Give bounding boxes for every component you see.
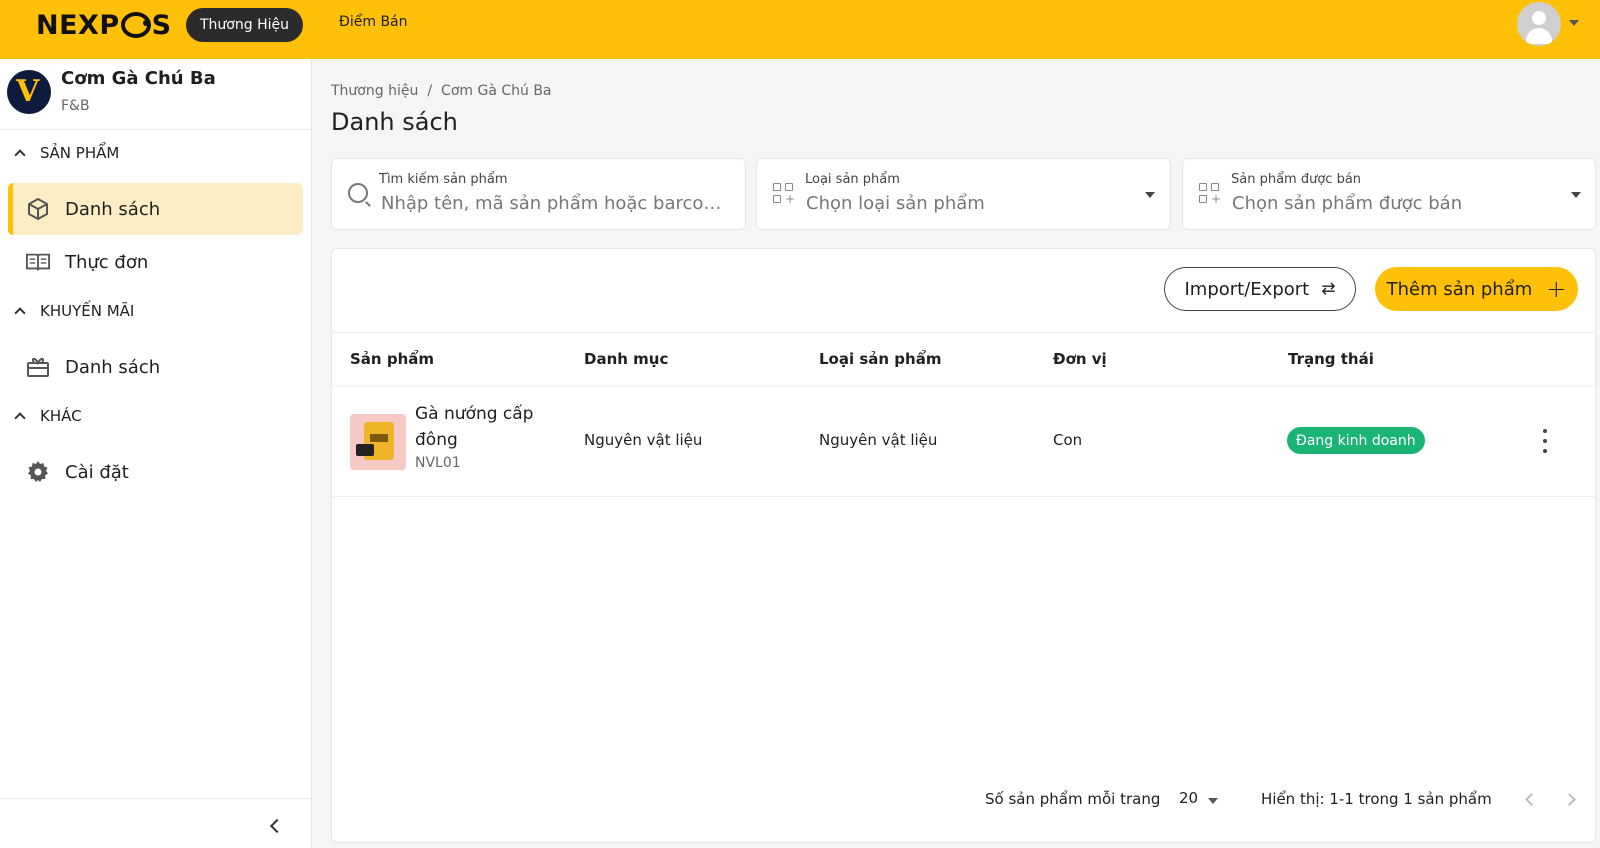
table-row[interactable]: Gà nướng cấp đông NVL01 Nguyên vật liệu … (332, 387, 1595, 497)
sidebar-item-label: Danh sách (65, 356, 161, 378)
search-label: Tìm kiếm sản phẩm (379, 172, 508, 187)
product-type-select[interactable]: Chọn loại sản phẩm (806, 193, 1126, 214)
pagination-summary: Hiển thị: 1-1 trong 1 sản phẩm (1261, 790, 1492, 808)
logo-text-part: NEXP (36, 9, 120, 41)
import-export-button[interactable]: Import/Export ⇄ (1164, 267, 1356, 311)
chevron-up-icon (14, 307, 26, 319)
add-product-button[interactable]: Thêm sản phẩm + (1375, 267, 1578, 311)
sold-product-filter[interactable]: + Sản phẩm được bán Chọn sản phẩm được b… (1182, 158, 1596, 230)
sidebar-item-settings[interactable]: Cài đặt (8, 446, 303, 498)
product-type-label: Loại sản phẩm (805, 172, 900, 187)
sidebar-item-label: Danh sách (65, 198, 161, 220)
collapse-sidebar-icon[interactable] (269, 818, 285, 834)
org-header[interactable]: V Cơm Gà Chú Ba F&B (0, 59, 311, 130)
product-table-card: Import/Export ⇄ Thêm sản phẩm + Sản phẩm… (331, 248, 1596, 843)
status-badge: Đang kinh doanh (1287, 427, 1425, 454)
gift-icon (26, 355, 50, 379)
avatar-head-shape (1532, 11, 1546, 25)
search-filter[interactable]: Tìm kiếm sản phẩm Nhập tên, mã sản phẩm … (331, 158, 746, 230)
chevron-down-icon[interactable] (1569, 20, 1579, 26)
section-products[interactable]: SẢN PHẨM (12, 144, 119, 162)
sidebar-item-label: Thực đơn (65, 251, 149, 273)
column-header[interactable]: Danh mục (584, 350, 668, 368)
section-title: KHUYẾN MÃI (40, 302, 135, 320)
sold-product-label: Sản phẩm được bán (1231, 172, 1362, 187)
breadcrumb-separator: / (427, 83, 433, 99)
breadcrumb: Thương hiệu / Cơm Gà Chú Ba (331, 83, 552, 99)
box-icon (26, 197, 50, 221)
section-title: SẢN PHẨM (40, 144, 120, 162)
nav-store-tab[interactable]: Điểm Bán (339, 14, 408, 30)
chevron-down-icon[interactable] (1208, 798, 1218, 804)
next-page-icon[interactable] (1563, 793, 1576, 806)
logo-o-mark (120, 12, 151, 38)
org-name: Cơm Gà Chú Ba (61, 68, 216, 89)
breadcrumb-item[interactable]: Cơm Gà Chú Ba (441, 83, 551, 99)
sidebar-item-menu[interactable]: Thực đơn (8, 236, 303, 288)
sold-product-select[interactable]: Chọn sản phẩm được bán (1232, 193, 1552, 214)
grid-add-icon: + (1199, 183, 1221, 205)
more-vertical-icon[interactable] (1542, 429, 1548, 453)
chevron-down-icon[interactable] (1145, 192, 1155, 198)
search-icon (348, 183, 368, 203)
product-type-filter[interactable]: + Loại sản phẩm Chọn loại sản phẩm (756, 158, 1171, 230)
section-other[interactable]: KHÁC (12, 407, 82, 425)
product-name[interactable]: Gà nướng cấp đông (415, 401, 555, 453)
search-input[interactable]: Nhập tên, mã sản phẩm hoặc barcode... (381, 193, 731, 214)
sidebar: V Cơm Gà Chú Ba F&B SẢN PHẨM Danh sách T… (0, 59, 312, 848)
per-page-select[interactable]: 20 (1179, 789, 1198, 807)
import-export-label: Import/Export (1184, 278, 1310, 300)
grid-add-icon: + (773, 183, 795, 205)
table-header: Sản phẩm Danh mục Loại sản phẩm Đơn vị T… (332, 332, 1595, 385)
swap-icon: ⇄ (1321, 279, 1336, 299)
product-category: Nguyên vật liệu (584, 431, 703, 449)
nav-brand-tab[interactable]: Thương Hiệu (186, 8, 303, 42)
column-header[interactable]: Loại sản phẩm (819, 350, 941, 368)
gear-icon (26, 460, 50, 484)
sidebar-item-promo-list[interactable]: Danh sách (8, 341, 303, 393)
logo-text-part: S (151, 9, 172, 41)
page-title: Danh sách (331, 108, 458, 136)
per-page-label: Số sản phẩm mỗi trang (985, 790, 1161, 808)
org-type: F&B (61, 98, 90, 114)
avatar-body-shape (1526, 28, 1552, 44)
book-icon (26, 250, 50, 274)
chevron-up-icon (14, 412, 26, 424)
chevron-down-icon[interactable] (1571, 192, 1581, 198)
section-title: KHÁC (40, 407, 82, 425)
product-thumbnail (350, 414, 406, 470)
user-avatar[interactable] (1517, 2, 1561, 46)
nexpos-logo[interactable]: NEXP S (36, 8, 172, 42)
previous-page-icon[interactable] (1525, 793, 1538, 806)
chevron-up-icon (14, 149, 26, 161)
add-product-label: Thêm sản phẩm (1386, 278, 1533, 300)
section-promotions[interactable]: KHUYẾN MÃI (12, 302, 134, 320)
plus-icon: + (1546, 275, 1567, 303)
column-header[interactable]: Trạng thái (1288, 350, 1374, 368)
product-code: NVL01 (415, 455, 461, 471)
top-bar: NEXP S Thương Hiệu Điểm Bán (0, 0, 1600, 59)
column-header[interactable]: Đơn vị (1053, 350, 1107, 368)
product-unit: Con (1053, 431, 1083, 449)
org-avatar: V (7, 70, 51, 114)
breadcrumb-item[interactable]: Thương hiệu (331, 83, 418, 99)
sidebar-item-label: Cài đặt (65, 461, 129, 483)
column-header[interactable]: Sản phẩm (350, 350, 434, 368)
sidebar-footer (0, 798, 311, 848)
org-avatar-letter: V (16, 74, 40, 109)
product-type: Nguyên vật liệu (819, 431, 938, 449)
sidebar-item-product-list[interactable]: Danh sách (8, 183, 303, 235)
